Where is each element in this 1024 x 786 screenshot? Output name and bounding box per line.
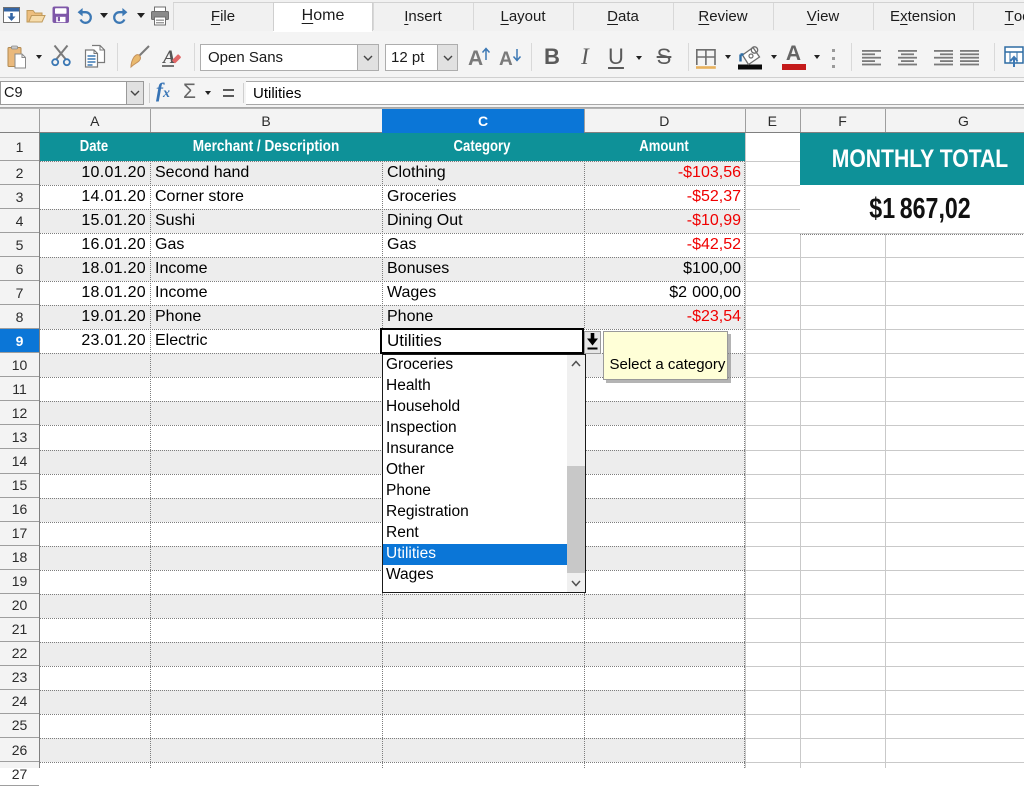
svg-text:A: A — [499, 49, 513, 68]
svg-text:A: A — [162, 47, 176, 68]
svg-text:A: A — [468, 47, 483, 68]
